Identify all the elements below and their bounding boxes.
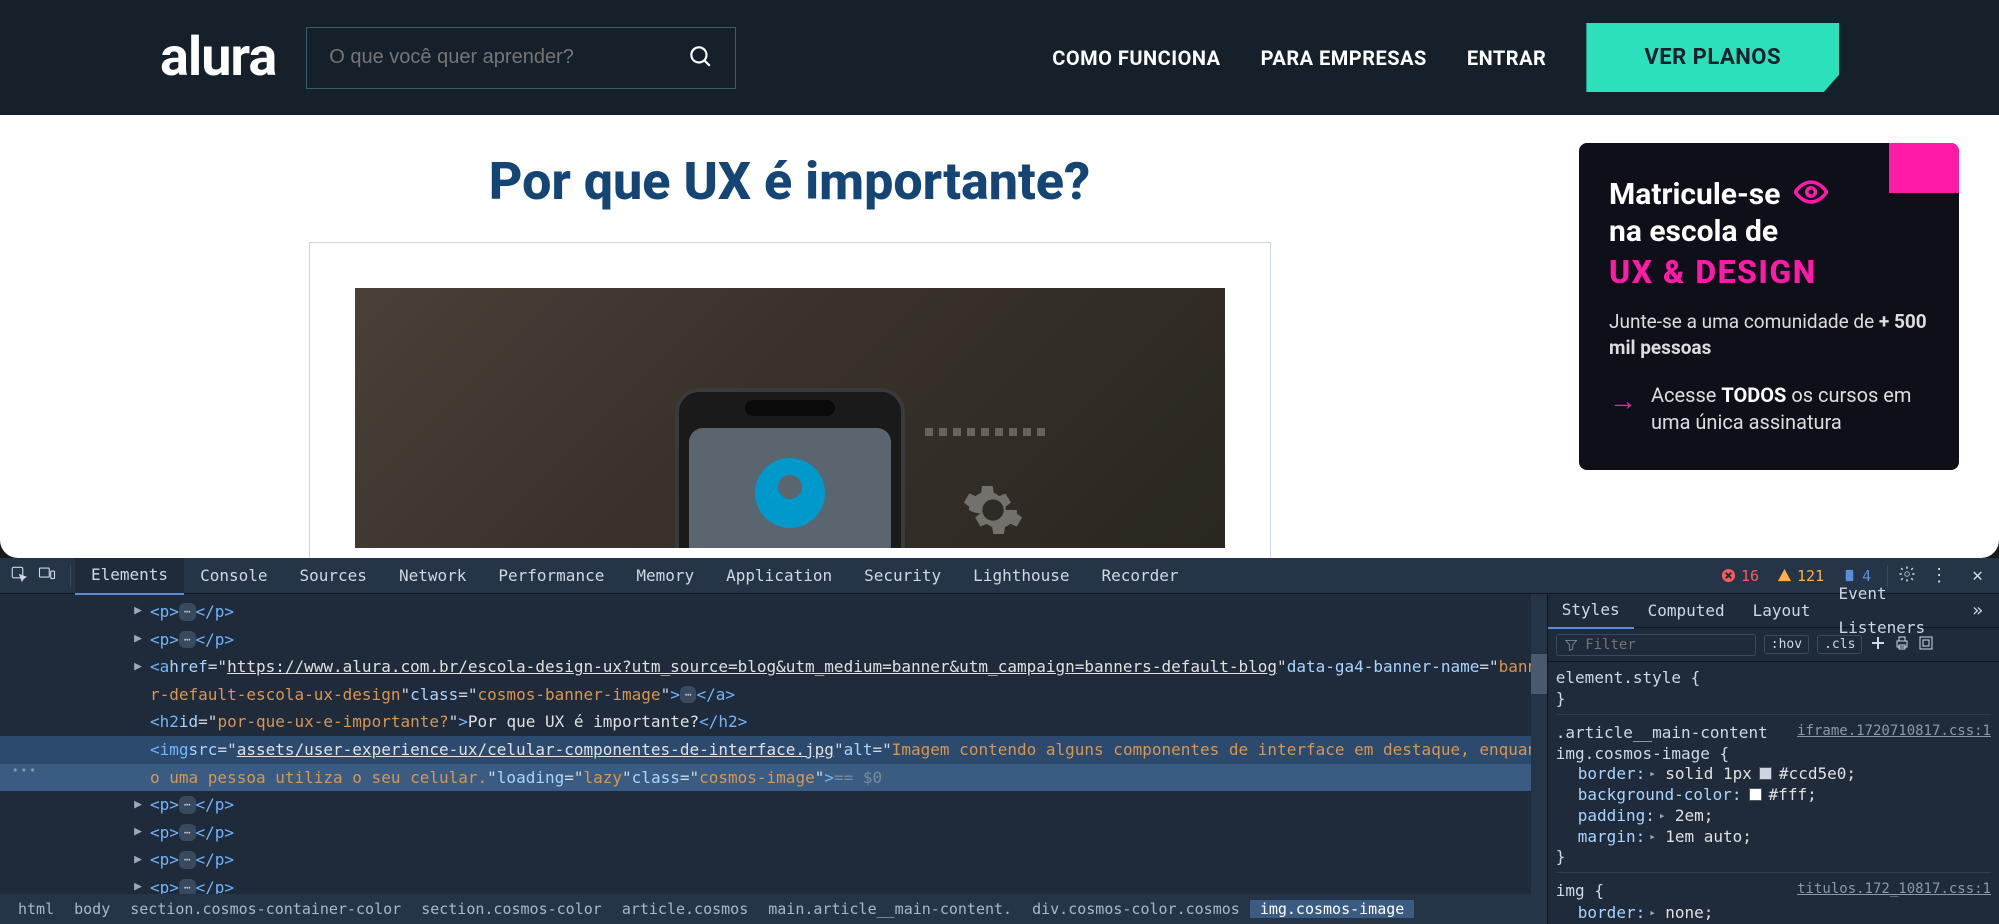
promo-line-2: na escola de — [1609, 214, 1929, 249]
warnings-badge[interactable]: 121 — [1771, 567, 1830, 585]
article-image — [355, 288, 1225, 548]
close-icon[interactable]: ✕ — [1962, 565, 1993, 586]
tab-security[interactable]: Security — [848, 558, 957, 594]
device-toggle-icon[interactable] — [38, 565, 56, 587]
main-nav: COMO FUNCIONA PARA EMPRESAS ENTRAR VER P… — [1052, 23, 1839, 92]
arrow-right-icon: → — [1609, 384, 1637, 436]
devtools: Elements Console Sources Network Perform… — [0, 558, 1999, 924]
styles-filter[interactable] — [1556, 634, 1756, 656]
bc-main[interactable]: main.article__main-content. — [758, 900, 1022, 918]
promo-access: → Acesse TODOS os cursos em uma única as… — [1609, 382, 1929, 436]
dom-node-a[interactable]: ▶<a href="https://www.alura.com.br/escol… — [0, 653, 1547, 681]
inspect-icon[interactable] — [10, 565, 28, 587]
filter-input[interactable] — [1585, 637, 1747, 653]
styles-tabbar: Styles Computed Layout Event Listeners » — [1548, 594, 1999, 628]
decorative-dots — [925, 428, 1045, 436]
promo-card[interactable]: Matricule-se na escola de UX & DESIGN Ju… — [1579, 143, 1959, 470]
bc-html[interactable]: html — [8, 900, 64, 918]
eye-icon — [1794, 177, 1828, 212]
tab-network[interactable]: Network — [383, 558, 482, 594]
tab-memory[interactable]: Memory — [620, 558, 710, 594]
sidebar-promo: Matricule-se na escola de UX & DESIGN Ju… — [1579, 143, 1959, 558]
devtools-body: ••• ▶<p>⋯</p> ▶<p>⋯</p> ▶<a href="https:… — [0, 594, 1999, 924]
hov-toggle[interactable]: :hov — [1764, 635, 1809, 654]
dom-node-a-cont[interactable]: r-default-escola-ux-design" class="cosmo… — [0, 681, 1547, 709]
styles-panel: Styles Computed Layout Event Listeners »… — [1547, 594, 1999, 924]
search-icon[interactable] — [687, 43, 713, 73]
computed-toggle-icon[interactable] — [1918, 635, 1934, 655]
more-tabs-icon[interactable]: » — [1962, 600, 1993, 621]
search-input[interactable] — [329, 46, 687, 69]
errors-badge[interactable]: 16 — [1715, 567, 1765, 585]
avatar-icon — [755, 458, 825, 528]
promo-line-3: UX & DESIGN — [1609, 253, 1929, 291]
site-header: alura COMO FUNCIONA PARA EMPRESAS ENTRAR… — [0, 0, 1999, 115]
dom-node-img[interactable]: <img src="assets/user-experience-ux/celu… — [0, 736, 1547, 764]
main-content: Por que UX é importante? Matricul — [0, 115, 1999, 558]
bc-article[interactable]: article.cosmos — [612, 900, 758, 918]
tab-lighthouse[interactable]: Lighthouse — [957, 558, 1085, 594]
scrollbar[interactable] — [1531, 594, 1547, 894]
dom-node-h2[interactable]: <h2 id="por-que-ux-e-importante?">Por qu… — [0, 708, 1547, 736]
tab-computed[interactable]: Computed — [1634, 594, 1739, 628]
article-image-frame — [309, 242, 1271, 558]
nav-como-funciona[interactable]: COMO FUNCIONA — [1052, 46, 1220, 70]
tab-application[interactable]: Application — [710, 558, 848, 594]
bc-div[interactable]: div.cosmos-color.cosmos — [1022, 900, 1250, 918]
bc-img[interactable]: img.cosmos-image — [1250, 900, 1415, 918]
bc-section2[interactable]: section.cosmos-color — [411, 900, 612, 918]
dom-node-p[interactable]: ▶<p>⋯</p> — [0, 626, 1547, 654]
new-rule-icon[interactable] — [1870, 635, 1886, 655]
gutter-dots-icon: ••• — [12, 764, 38, 777]
elements-panel: ••• ▶<p>⋯</p> ▶<p>⋯</p> ▶<a href="https:… — [0, 594, 1547, 924]
print-icon[interactable] — [1894, 635, 1910, 655]
article-title: Por que UX é importante? — [0, 151, 1579, 212]
tab-console[interactable]: Console — [184, 558, 283, 594]
filter-icon — [1565, 638, 1577, 652]
dom-node-p[interactable]: ▶<p>⋯</p> — [0, 846, 1547, 874]
dom-node-img-cont[interactable]: o uma pessoa utiliza o seu celular." loa… — [0, 764, 1547, 792]
tab-performance[interactable]: Performance — [482, 558, 620, 594]
dom-node-p[interactable]: ▶<p>⋯</p> — [0, 819, 1547, 847]
website-viewport: alura COMO FUNCIONA PARA EMPRESAS ENTRAR… — [0, 0, 1999, 558]
bc-body[interactable]: body — [64, 900, 120, 918]
tab-recorder[interactable]: Recorder — [1086, 558, 1195, 594]
promo-subtext: Junte-se a uma comunidade de + 500 mil p… — [1609, 309, 1929, 360]
tab-layout[interactable]: Layout — [1739, 594, 1825, 628]
tab-sources[interactable]: Sources — [284, 558, 383, 594]
dom-node-p[interactable]: ▶<p>⋯</p> — [0, 791, 1547, 819]
gear-icon — [961, 478, 1025, 542]
dom-tree[interactable]: ••• ▶<p>⋯</p> ▶<p>⋯</p> ▶<a href="https:… — [0, 594, 1547, 894]
search-box[interactable] — [306, 27, 736, 89]
ver-planos-button[interactable]: VER PLANOS — [1586, 23, 1839, 92]
cls-toggle[interactable]: .cls — [1817, 635, 1862, 654]
css-rules[interactable]: element.style { } .article__main-content… — [1548, 662, 1999, 924]
nav-entrar[interactable]: ENTRAR — [1467, 46, 1547, 70]
styles-filter-row: :hov .cls — [1548, 628, 1999, 662]
bc-section1[interactable]: section.cosmos-container-color — [120, 900, 411, 918]
tab-elements[interactable]: Elements — [75, 557, 184, 595]
article-area: Por que UX é importante? — [0, 143, 1579, 558]
dom-breadcrumb: html body section.cosmos-container-color… — [0, 894, 1547, 924]
dom-node-p[interactable]: ▶<p>⋯</p> — [0, 874, 1547, 894]
promo-line-1: Matricule-se — [1609, 177, 1929, 212]
logo[interactable]: alura — [160, 26, 276, 89]
tab-styles[interactable]: Styles — [1548, 593, 1634, 629]
devtools-tabbar: Elements Console Sources Network Perform… — [0, 558, 1999, 594]
nav-para-empresas[interactable]: PARA EMPRESAS — [1261, 46, 1427, 70]
dom-node-p[interactable]: ▶<p>⋯</p> — [0, 598, 1547, 626]
